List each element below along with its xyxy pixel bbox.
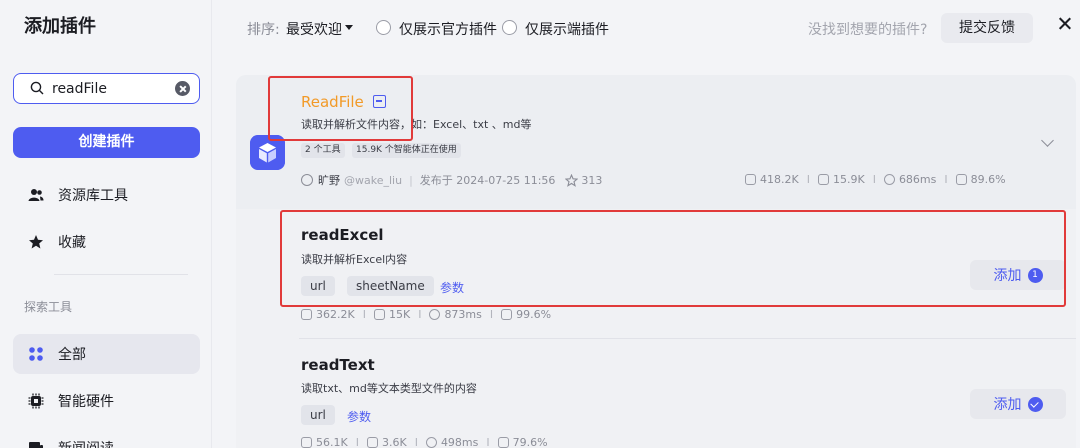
- plugin-meta: 旷野 @wake_liu | 发布于 2024-07-25 11:56 313: [301, 173, 602, 187]
- sidebar-divider: [54, 274, 188, 275]
- dialog-title: 添加插件: [24, 16, 96, 37]
- bots-value: 3.6K: [381, 436, 407, 448]
- sidebar-item-all[interactable]: 全部: [13, 334, 200, 374]
- grid-icon: [29, 347, 43, 361]
- search-input[interactable]: [52, 78, 172, 99]
- sidebar-item-label: 全部: [58, 347, 86, 363]
- bots-icon: [366, 437, 378, 448]
- sort-dropdown[interactable]: 最受欢迎: [286, 19, 342, 39]
- calls-value: 362.2K: [316, 308, 355, 321]
- search-icon: [30, 81, 44, 95]
- sort-label: 排序:: [247, 22, 280, 38]
- bots-icon: [817, 174, 829, 185]
- news-icon: [29, 442, 43, 448]
- clock-icon: [883, 174, 895, 185]
- sidebar-item-library-tools[interactable]: 资源库工具: [13, 175, 200, 215]
- client-only-radio[interactable]: [502, 20, 517, 35]
- bots-icon: [373, 309, 385, 320]
- tool-stats: 362.2K I 15K I 873ms I 99.6%: [301, 308, 551, 321]
- highlight-plugin-name: [268, 76, 413, 141]
- tool-description: 读取txt、md等文本类型文件的内容: [301, 382, 477, 395]
- bots-value: 15.9K: [832, 173, 865, 186]
- success-value: 99.6%: [516, 308, 552, 321]
- sidebar-item-label: 收藏: [58, 235, 86, 251]
- search-box[interactable]: [13, 73, 200, 104]
- create-plugin-button[interactable]: 创建插件: [13, 127, 200, 158]
- tool-stats: 56.1K I 3.6K I 498ms I 79.6%: [301, 436, 548, 448]
- usage-tag: 15.9K 个智能体正在使用: [352, 143, 461, 158]
- plugin-stats: 418.2K I 15.9K I 686ms I 89.6%: [745, 173, 1006, 186]
- success-rate-icon: [497, 437, 509, 448]
- bots-value: 15K: [388, 308, 411, 321]
- success-rate-icon: [501, 309, 513, 320]
- feedback-hint: 没找到想要的插件?: [808, 22, 928, 38]
- star-icon: [29, 235, 43, 249]
- author-avatar-icon: [301, 174, 313, 186]
- calls-value: 56.1K: [316, 436, 348, 448]
- submit-feedback-button[interactable]: 提交反馈: [941, 13, 1033, 43]
- clear-search-icon[interactable]: [175, 81, 190, 96]
- sidebar-item-favorites[interactable]: 收藏: [13, 222, 200, 262]
- add-button-label: 添加: [993, 397, 1022, 413]
- added-check-icon: [1027, 396, 1043, 412]
- official-only-radio[interactable]: [376, 20, 391, 35]
- sidebar-item-smart-hardware[interactable]: 智能硬件: [13, 381, 200, 421]
- success-value: 79.6%: [512, 436, 548, 448]
- success-value: 89.6%: [970, 173, 1006, 186]
- sidebar-item-label: 资源库工具: [58, 188, 128, 204]
- official-only-label[interactable]: 仅展示官方插件: [399, 19, 497, 39]
- tool-name: readText: [301, 356, 375, 374]
- chevron-down-icon[interactable]: [1041, 134, 1054, 147]
- filter-bar: 排序: 最受欢迎 仅展示官方插件 仅展示端插件 没找到想要的插件? 提交反馈: [212, 0, 1080, 56]
- tool-count-tag: 2 个工具: [301, 143, 345, 158]
- close-icon[interactable]: [1055, 14, 1075, 34]
- star-outline-icon: [565, 173, 579, 187]
- calls-icon: [745, 174, 756, 185]
- param-tag: url: [301, 405, 335, 425]
- publish-date: 发布于 2024-07-25 11:56: [419, 174, 556, 187]
- star-count: 313: [581, 173, 603, 187]
- sidebar-item-news-reading[interactable]: 新闻阅读: [13, 428, 200, 448]
- sidebar-item-label: 智能硬件: [58, 394, 114, 410]
- tool-row: readText 读取txt、md等文本类型文件的内容 url 参数 56.1K…: [236, 339, 1076, 448]
- calls-icon: [301, 309, 312, 320]
- clock-icon: [425, 437, 437, 448]
- calls-value: 418.2K: [760, 173, 799, 186]
- add-tool-button[interactable]: 添加: [970, 389, 1066, 419]
- sidebar: 添加插件 创建插件 资源库工具 收藏 探索工具 全部: [0, 0, 212, 448]
- author-name: 旷野: [318, 174, 340, 187]
- users-icon: [28, 189, 44, 201]
- highlight-read-excel: [280, 210, 1066, 307]
- section-label: 探索工具: [24, 300, 73, 314]
- success-rate-icon: [955, 174, 967, 185]
- caret-down-icon[interactable]: [345, 25, 353, 30]
- calls-icon: [301, 437, 312, 448]
- author-handle: @wake_liu: [344, 173, 403, 187]
- latency-value: 686ms: [898, 173, 937, 186]
- sidebar-item-label: 新闻阅读: [58, 438, 114, 448]
- clock-icon: [429, 309, 441, 320]
- latency-value: 498ms: [440, 436, 479, 448]
- chip-icon: [28, 393, 44, 409]
- client-only-label[interactable]: 仅展示端插件: [525, 19, 609, 39]
- latency-value: 873ms: [444, 308, 482, 321]
- params-link[interactable]: 参数: [347, 408, 371, 425]
